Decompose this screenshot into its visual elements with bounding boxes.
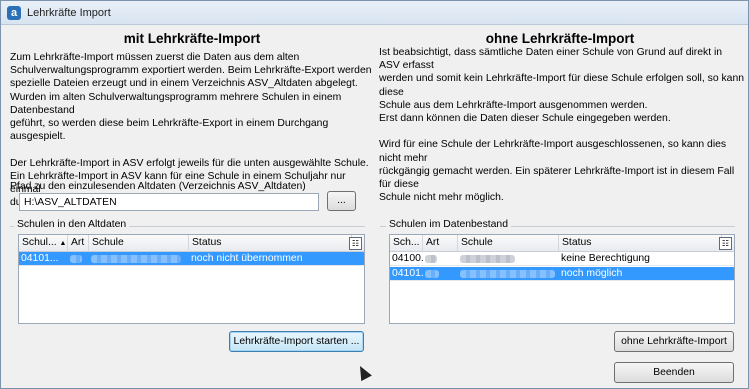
altdaten-schools-table[interactable]: Schul... ▲ Art Schule Status ☷ 04101... …	[18, 234, 365, 324]
column-chooser-icon[interactable]: ☷	[719, 237, 732, 250]
mouse-cursor-icon	[354, 363, 372, 382]
path-label: Pfad zu den einzulesenden Altdaten (Verz…	[10, 181, 306, 192]
cell-schulnr: 04101...	[392, 268, 423, 279]
table-row[interactable]: 04101... noch nicht übernommen	[19, 252, 364, 266]
column-header-status[interactable]: Status	[189, 235, 352, 252]
blurred-text	[460, 255, 515, 263]
sort-ascending-icon: ▲	[59, 240, 67, 247]
cell-schulnr: 04101...	[21, 253, 59, 264]
app-icon: a	[7, 5, 21, 20]
column-header-schule[interactable]: Schule	[458, 235, 559, 252]
cell-status: noch nicht übernommen	[191, 253, 303, 264]
datenbestand-schools-table[interactable]: Sch... Art Schule Status ☷ 04100... kein…	[389, 234, 735, 324]
column-header-schule[interactable]: Schule	[89, 235, 189, 252]
cell-schule	[458, 252, 559, 266]
without-import-button[interactable]: ohne Lehrkräfte-Import	[614, 331, 734, 352]
cell-schule	[89, 252, 189, 266]
dialog-window: a Lehrkräfte Import mit Lehrkräfte-Impor…	[0, 0, 749, 389]
cell-status: keine Berechtigung	[561, 253, 650, 264]
right-heading: ohne Lehrkräfte-Import	[485, 31, 635, 46]
cell-art	[423, 252, 458, 266]
blurred-text	[460, 270, 555, 278]
column-chooser-icon[interactable]: ☷	[349, 237, 362, 250]
column-header-schulnr[interactable]: Schul... ▲	[19, 235, 68, 252]
blurred-text	[425, 270, 439, 278]
column-header-schulnr[interactable]: Sch...	[390, 235, 423, 252]
path-input[interactable]: H:\ASV_ALTDATEN	[19, 193, 319, 211]
blurred-text	[70, 255, 82, 263]
column-header-status[interactable]: Status	[559, 235, 722, 252]
cell-schulnr: 04100...	[392, 253, 423, 264]
left-heading: mit Lehrkräfte-Import	[123, 31, 261, 46]
right-group-label: Schulen im Datenbestand	[386, 219, 511, 230]
dialog-content: mit Lehrkräfte-Import Zum Lehrkräfte-Imp…	[2, 26, 747, 388]
start-import-button[interactable]: Lehrkräfte-Import starten ...	[229, 331, 364, 352]
table-header: Sch... Art Schule Status ☷	[390, 235, 734, 252]
title-bar: a Lehrkräfte Import	[1, 1, 748, 25]
window-title: Lehrkräfte Import	[27, 6, 111, 19]
browse-button[interactable]: ...	[327, 191, 356, 211]
cell-schule	[458, 267, 559, 281]
column-header-art[interactable]: Art	[423, 235, 458, 252]
cell-art	[423, 267, 458, 281]
table-row[interactable]: 04101... noch möglich	[390, 267, 734, 281]
blurred-text	[425, 255, 437, 263]
cell-art	[68, 252, 89, 266]
cell-status: noch möglich	[561, 268, 623, 279]
left-group-label: Schulen in den Altdaten	[14, 219, 130, 230]
table-row[interactable]: 04100... keine Berechtigung	[390, 252, 734, 266]
table-header: Schul... ▲ Art Schule Status ☷	[19, 235, 364, 252]
close-button[interactable]: Beenden	[614, 362, 734, 383]
blurred-text	[91, 255, 181, 263]
column-header-art[interactable]: Art	[68, 235, 89, 252]
right-description: Ist beabsichtigt, dass sämtliche Daten e…	[379, 47, 745, 204]
